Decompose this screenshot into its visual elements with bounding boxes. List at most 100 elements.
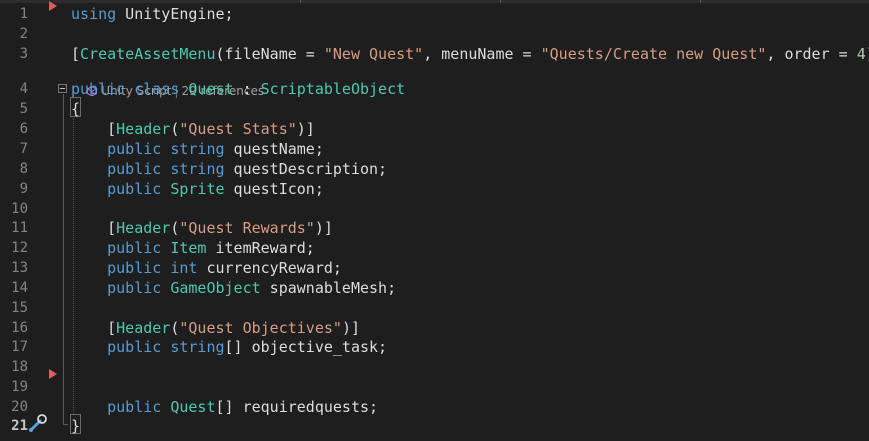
code-text[interactable]: {	[71, 99, 80, 119]
code-line[interactable]: 20 public Quest[] requiredquests;	[0, 397, 869, 417]
code-token: public	[107, 259, 162, 277]
code-text[interactable]: public GameObject spawnableMesh;	[71, 278, 396, 298]
line-number: 16	[11, 320, 28, 336]
code-token: Sprite	[170, 180, 225, 198]
code-token: , menuName =	[423, 45, 541, 63]
code-token: "Quest Rewards"	[179, 219, 315, 237]
code-line[interactable]: 18	[0, 357, 869, 377]
codelens[interactable]: Unity Script | 29 references	[72, 61, 264, 98]
code-token: GameObject	[170, 279, 261, 297]
code-line[interactable]: 12 public Item itemReward;	[0, 238, 869, 258]
code-token: )]	[314, 219, 333, 237]
code-token: Header	[116, 219, 171, 237]
code-line[interactable]: 8 public string questDescription;	[0, 159, 869, 179]
code-line[interactable]: 15	[0, 298, 869, 318]
code-text[interactable]: [Header("Quest Objectives")]	[71, 318, 360, 338]
code-line[interactable]: 7 public string questName;	[0, 139, 869, 159]
code-token: [] requiredquests;	[215, 398, 379, 416]
code-line[interactable]: 11 [Header("Quest Rewards")]	[0, 218, 869, 238]
code-text[interactable]: }	[71, 416, 80, 436]
line-number: 14	[11, 280, 28, 296]
code-text[interactable]: public string questName;	[71, 139, 324, 159]
code-token: "Quest Objectives"	[179, 319, 342, 337]
code-text[interactable]: [Header("Quest Stats")]	[71, 119, 315, 139]
code-token: public	[71, 80, 126, 98]
code-text[interactable]: [CreateAssetMenu(fileName = "New Quest",…	[71, 44, 869, 64]
code-line[interactable]: 16 [Header("Quest Objectives")]	[0, 318, 869, 338]
line-number: 11	[11, 220, 28, 236]
code-token: UnityEngine;	[116, 5, 234, 23]
code-line[interactable]: 21}	[0, 416, 869, 436]
code-editor[interactable]: Unity Script | 29 references 1 using UnityE…	[0, 0, 869, 441]
code-line[interactable]: 6 [Header("Quest Stats")]	[0, 119, 869, 139]
code-token: [] objective_task;	[224, 338, 388, 356]
code-token: }	[71, 417, 81, 435]
code-text[interactable]: public string[] objective_task;	[71, 337, 387, 357]
code-token: {	[71, 100, 81, 118]
code-text[interactable]: public Sprite questIcon;	[71, 179, 324, 199]
code-line[interactable]: 2	[0, 24, 869, 44]
code-token: spawnableMesh;	[260, 279, 397, 297]
line-number: 7	[19, 141, 28, 157]
code-text[interactable]: using UnityEngine;	[71, 4, 234, 24]
code-token: int	[170, 259, 198, 277]
line-number: 17	[11, 339, 28, 355]
line-number: 10	[11, 201, 28, 217]
code-token: Header	[116, 319, 171, 337]
code-token: [	[71, 319, 117, 337]
code-text[interactable]: public class Quest : ScriptableObject	[71, 79, 405, 99]
line-number: 1	[19, 6, 28, 22]
code-token: questDescription;	[224, 160, 388, 178]
code-line[interactable]: 9 public Sprite questIcon;	[0, 179, 869, 199]
code-token: Header	[116, 120, 171, 138]
code-token: Quest	[188, 80, 234, 98]
line-number: 2	[19, 26, 28, 42]
code-token: Quest	[170, 398, 216, 416]
line-number: 8	[19, 161, 28, 177]
code-text[interactable]: [Header("Quest Rewards")]	[71, 218, 333, 238]
code-token: [	[71, 120, 117, 138]
line-number: 5	[19, 101, 28, 117]
code-token: public	[107, 338, 162, 356]
line-number: 12	[11, 240, 28, 256]
line-number: 6	[19, 121, 28, 137]
code-token: CreateAssetMenu	[80, 45, 216, 63]
code-token: string	[170, 160, 225, 178]
code-line[interactable]: 1 using UnityEngine;	[0, 4, 869, 24]
editor-top-scroll-edge	[0, 0, 869, 3]
code-token: public	[107, 398, 162, 416]
code-token: "Quest Stats"	[179, 120, 297, 138]
code-text[interactable]: public string questDescription;	[71, 159, 387, 179]
code-line[interactable]: 19	[0, 377, 869, 397]
code-line[interactable]: 3 [CreateAssetMenu(fileName = "New Quest"…	[0, 44, 869, 64]
code-line[interactable]: 14 public GameObject spawnableMesh;	[0, 278, 869, 298]
line-number: 19	[11, 379, 28, 395]
code-text[interactable]: public Item itemReward;	[71, 238, 315, 258]
line-number: 4	[19, 81, 28, 97]
code-line[interactable]: 5{	[0, 99, 869, 119]
code-token: public	[107, 140, 162, 158]
line-number: 3	[19, 46, 28, 62]
code-line[interactable]: 4 public class Quest : ScriptableObject	[0, 79, 869, 99]
code-line[interactable]: 17 public string[] objective_task;	[0, 337, 869, 357]
code-line[interactable]: 13 public int currencyReward;	[0, 258, 869, 278]
code-token: )]	[296, 120, 315, 138]
line-number: 21	[11, 418, 28, 434]
code-token: public	[107, 180, 162, 198]
code-text[interactable]: public int currencyReward;	[71, 258, 342, 278]
code-token: string	[170, 338, 225, 356]
code-line[interactable]: 10	[0, 199, 869, 219]
code-text[interactable]: public Quest[] requiredquests;	[71, 397, 378, 417]
code-token: (fileName =	[215, 45, 324, 63]
code-token: )]	[341, 319, 360, 337]
